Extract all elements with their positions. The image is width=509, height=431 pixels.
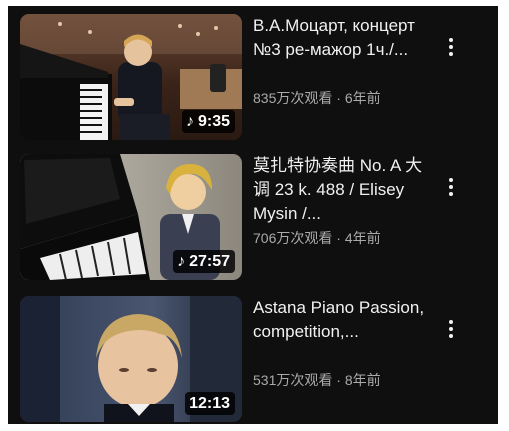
duration-badge: ♪ 27:57 <box>173 250 235 273</box>
view-count: 835万次观看 <box>253 90 333 106</box>
video-metadata: 835万次观看 · 6年前 <box>253 88 381 108</box>
duration-text: 12:13 <box>189 395 230 412</box>
duration-badge: ♪ 9:35 <box>181 110 235 133</box>
video-title[interactable]: 莫扎特协奏曲 No. A 大调 23 k. 488 / Elisey Mysin… <box>253 154 428 226</box>
meta-separator: · <box>336 90 341 106</box>
video-thumbnail[interactable]: 12:13 <box>20 296 242 422</box>
upload-age: 8年前 <box>344 372 381 388</box>
video-thumbnail[interactable]: ♪ 27:57 <box>20 154 242 280</box>
meta-separator: · <box>336 372 341 388</box>
upload-age: 6年前 <box>344 90 381 106</box>
video-item[interactable]: ♪ 27:57 莫扎特协奏曲 No. A 大调 23 k. 488 / Elis… <box>8 154 498 282</box>
video-metadata: 706万次观看 · 4年前 <box>253 228 381 248</box>
upload-age: 4年前 <box>344 230 381 246</box>
video-title[interactable]: Astana Piano Passion, competition,... <box>253 296 428 344</box>
duration-badge: 12:13 <box>185 392 235 415</box>
view-count: 531万次观看 <box>253 372 333 388</box>
video-metadata: 531万次观看 · 8年前 <box>253 370 381 390</box>
more-options-icon[interactable] <box>440 172 462 202</box>
more-options-icon[interactable] <box>440 32 462 62</box>
video-list: ♪ 9:35 В.А.Моцарт, концерт №3 ре-мажор 1… <box>8 6 498 424</box>
music-note-icon: ♪ <box>177 253 186 270</box>
video-title[interactable]: В.А.Моцарт, концерт №3 ре-мажор 1ч./... <box>253 14 428 62</box>
video-item[interactable]: ♪ 9:35 В.А.Моцарт, концерт №3 ре-мажор 1… <box>8 14 498 142</box>
more-options-icon[interactable] <box>440 314 462 344</box>
duration-text: 27:57 <box>189 253 230 270</box>
view-count: 706万次观看 <box>253 230 333 246</box>
duration-text: 9:35 <box>197 113 230 130</box>
video-thumbnail[interactable]: ♪ 9:35 <box>20 14 242 140</box>
meta-separator: · <box>336 230 341 246</box>
video-item[interactable]: 12:13 Astana Piano Passion, competition,… <box>8 296 498 424</box>
music-note-icon: ♪ <box>185 113 194 130</box>
